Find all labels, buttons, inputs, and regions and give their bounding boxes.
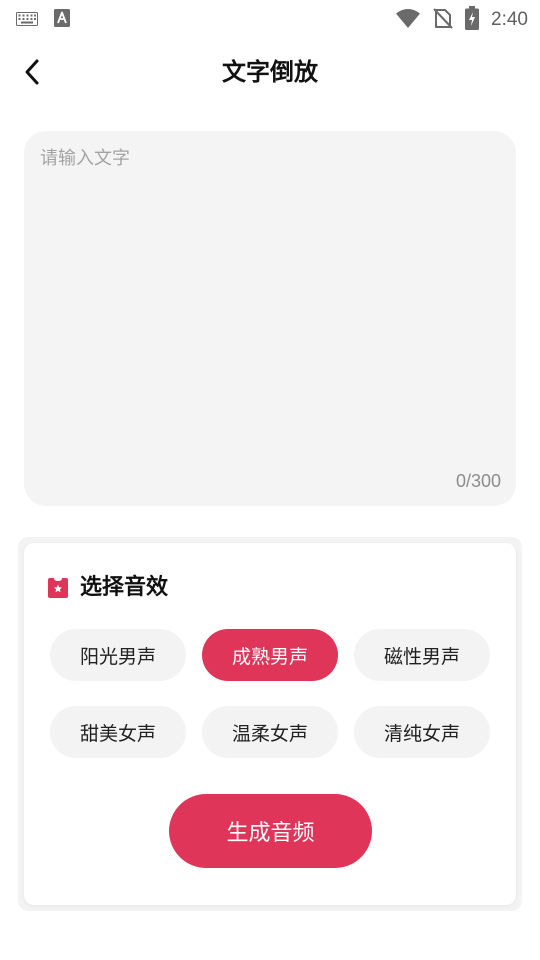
effect-card: 选择音效 阳光男声 成熟男声 磁性男声 甜美女声 温柔女声 清纯女声 生成音频 [24, 543, 516, 905]
text-input[interactable] [40, 145, 500, 445]
status-time: 2:40 [491, 9, 528, 30]
section-title: 选择音效 [80, 575, 169, 600]
section-header: 选择音效 [46, 573, 168, 603]
char-counter: 0/300 [455, 471, 501, 491]
text-input-container: 0/300 [24, 131, 516, 506]
font-icon [54, 9, 70, 31]
ticket-star-icon [48, 578, 68, 598]
effect-chip-sunny-male[interactable]: 阳光男声 [50, 629, 186, 681]
status-right: 2:40 [395, 6, 528, 34]
generate-audio-button[interactable]: 生成音频 [169, 794, 372, 868]
header: 文字倒放 [0, 44, 540, 100]
battery-charging-icon [465, 6, 480, 34]
effect-chip-gentle-female[interactable]: 温柔女声 [202, 706, 338, 758]
status-bar: 2:40 [0, 0, 540, 36]
wifi-icon [395, 7, 421, 33]
page-title: 文字倒放 [222, 58, 318, 86]
effect-chip-sweet-female[interactable]: 甜美女声 [50, 706, 186, 758]
no-sim-icon [433, 7, 453, 33]
keyboard-icon [16, 11, 38, 30]
effect-chip-mature-male[interactable]: 成熟男声 [202, 629, 338, 681]
effect-chip-magnetic-male[interactable]: 磁性男声 [354, 629, 490, 681]
status-left [16, 9, 70, 31]
effect-chip-pure-female[interactable]: 清纯女声 [354, 706, 490, 758]
